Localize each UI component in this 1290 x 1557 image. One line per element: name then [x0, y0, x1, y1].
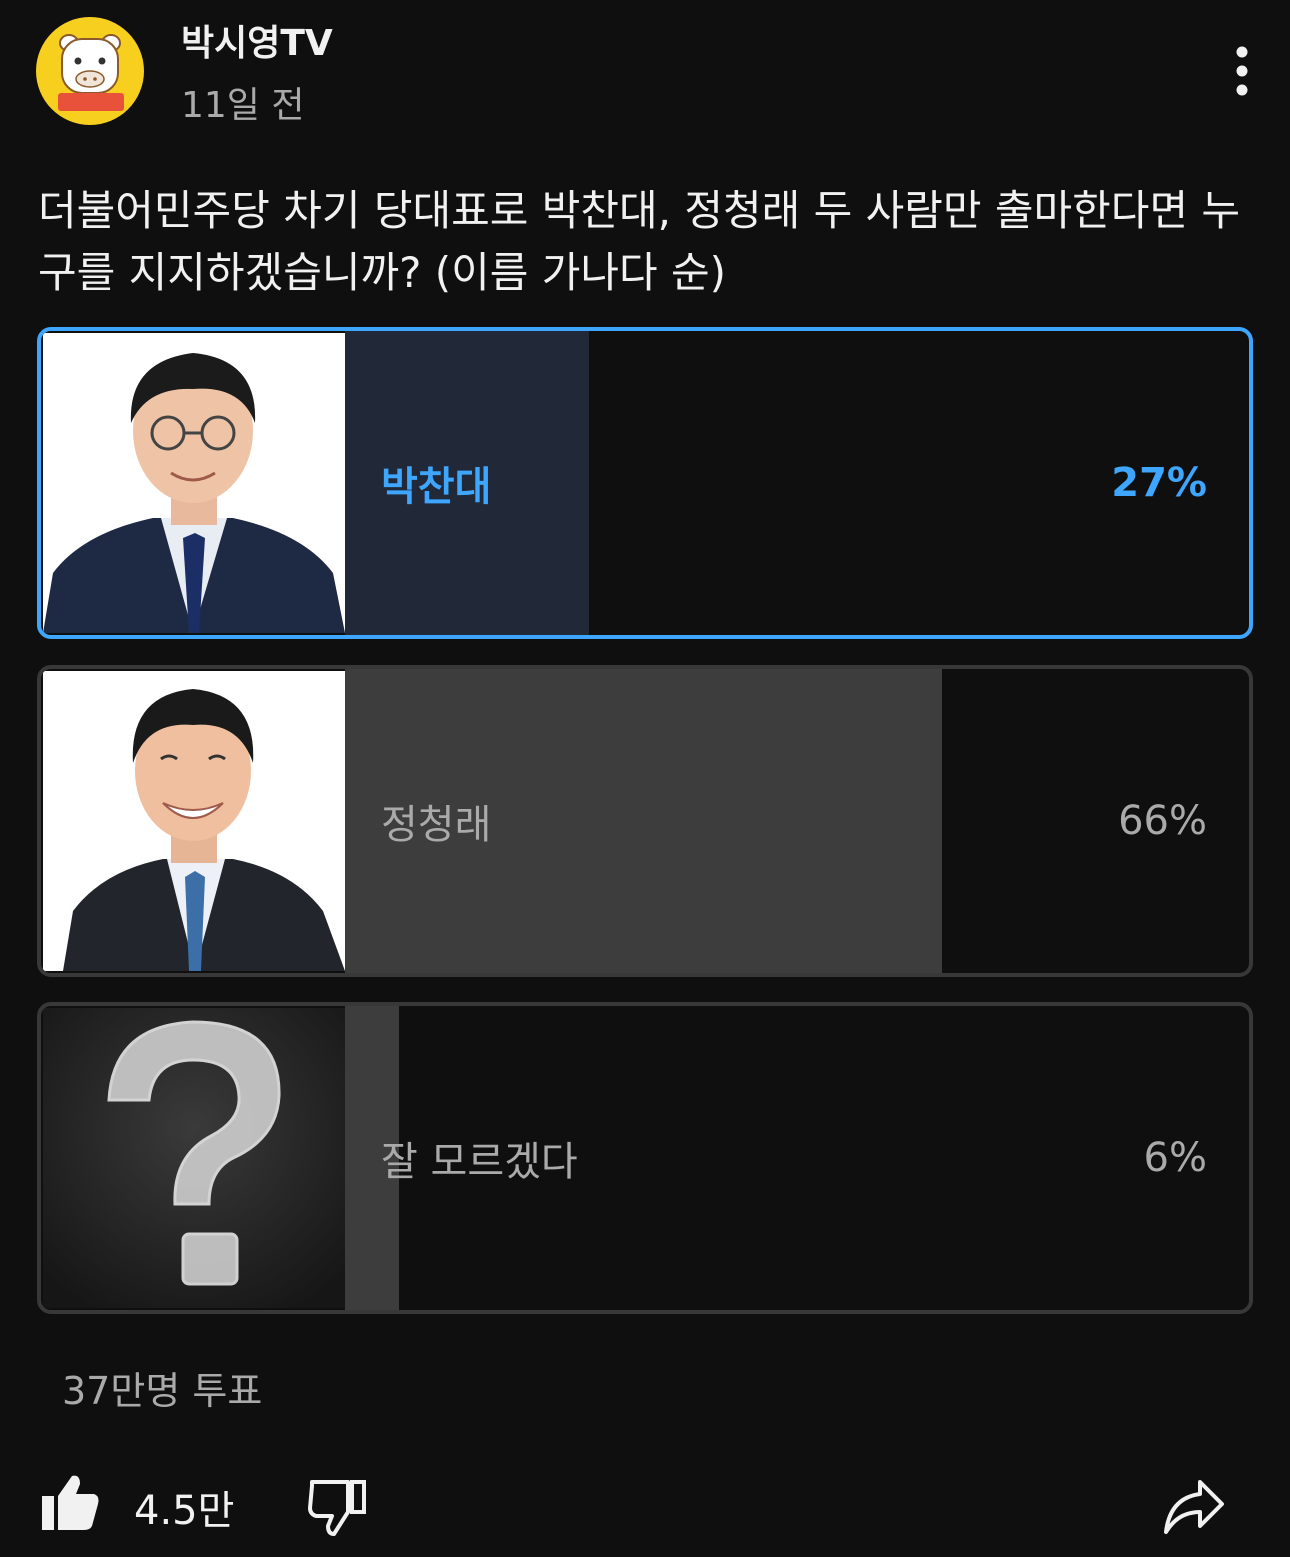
poll-option-3[interactable]: 잘 모르겠다 6% — [37, 1002, 1253, 1314]
total-votes: 37만명 투표 — [62, 1369, 263, 1413]
candidate-photo-2-image — [43, 671, 345, 971]
thumbs-up-filled-icon — [42, 1475, 99, 1530]
option-bar-area: 박찬대 27% — [345, 331, 1249, 635]
channel-avatar[interactable] — [36, 17, 144, 125]
option-label: 박찬대 — [381, 464, 492, 510]
more-vertical-icon — [1236, 46, 1248, 96]
option-bar-area: 정청래 66% — [345, 669, 1249, 973]
channel-name[interactable]: 박시영TV — [181, 14, 333, 66]
dislike-button[interactable] — [304, 1476, 370, 1538]
question-mark-chalk-icon — [43, 1008, 345, 1308]
option-percent: 6% — [1143, 1135, 1207, 1181]
like-button[interactable]: 4.5만 — [38, 1470, 248, 1540]
option-label: 잘 모르겠다 — [381, 1139, 578, 1185]
option-percent: 27% — [1111, 460, 1207, 506]
hippo-mascot-icon — [58, 34, 124, 111]
share-arrow-icon — [1164, 1480, 1224, 1534]
poll-option-1[interactable]: 박찬대 27% — [37, 327, 1253, 639]
poll-question: 더불어민주당 차기 당대표로 박찬대, 정청래 두 사람만 출마한다면 누구를 … — [38, 186, 1241, 297]
question-mark-photo — [43, 1008, 345, 1308]
thumbs-down-outline-icon — [308, 1480, 366, 1536]
post-timestamp: 11일 전 — [181, 85, 305, 126]
candidate-photo-2 — [43, 671, 345, 971]
option-percent: 66% — [1118, 798, 1207, 844]
candidate-photo-1 — [43, 333, 345, 633]
option-label: 정청래 — [381, 802, 492, 848]
like-count: 4.5만 — [134, 1488, 235, 1534]
candidate-photo-1-image — [43, 333, 345, 633]
more-options-button[interactable] — [1218, 42, 1266, 102]
share-button[interactable] — [1160, 1476, 1226, 1536]
poll-option-2[interactable]: 정청래 66% — [37, 665, 1253, 977]
option-bar-area: 잘 모르겠다 6% — [345, 1006, 1249, 1310]
post-header: 박시영TV 11일 전 — [0, 0, 1290, 150]
